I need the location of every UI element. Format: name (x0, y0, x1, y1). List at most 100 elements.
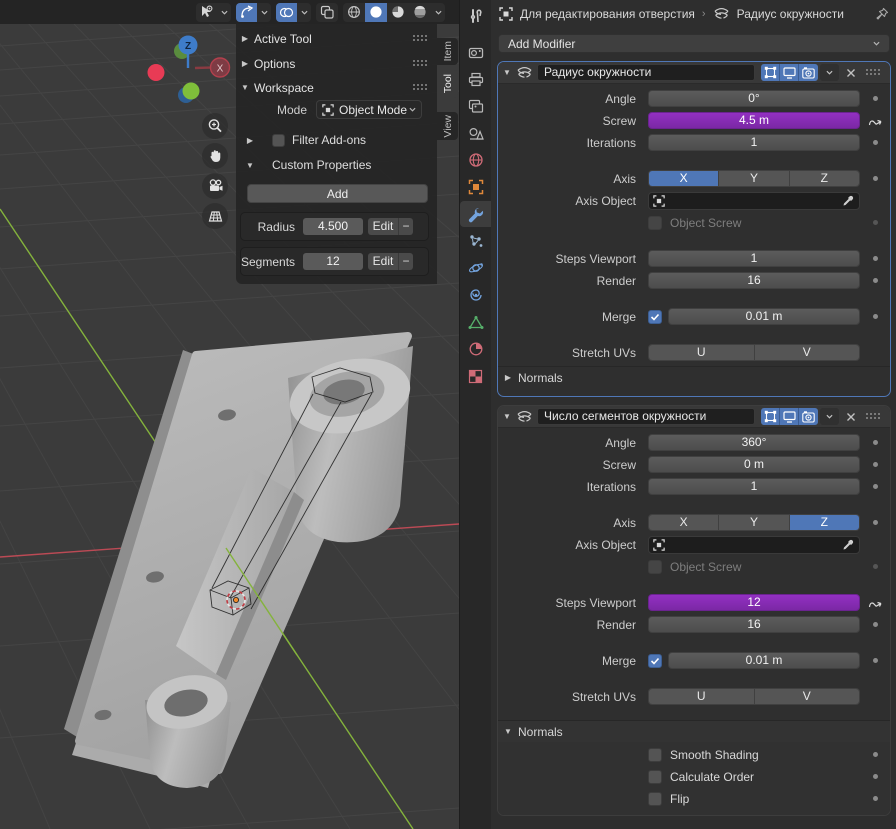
axis-x-button[interactable]: X (649, 515, 719, 530)
realtime-display-toggle[interactable] (780, 64, 799, 81)
drag-handle-icon[interactable] (413, 35, 429, 43)
stretch-v-button[interactable]: V (755, 689, 860, 704)
animate-decorator[interactable] (873, 564, 878, 569)
modifier-name-field[interactable]: Радиус окружности (537, 64, 755, 81)
modifier-extras-button[interactable] (820, 408, 839, 425)
modifier-name-field[interactable]: Число сегментов окружности (537, 408, 755, 425)
animate-decorator[interactable] (873, 140, 878, 145)
animate-decorator[interactable] (873, 796, 878, 801)
shading-wireframe-button[interactable] (343, 3, 365, 22)
section-workspace[interactable]: ▼ Workspace (236, 79, 437, 96)
animate-decorator[interactable] (873, 520, 878, 525)
gizmo-y-ball[interactable] (183, 83, 200, 100)
eyedropper-icon[interactable] (842, 538, 855, 551)
render-display-toggle[interactable] (799, 408, 818, 425)
modifier-header[interactable]: ▼ Радиус окружности (498, 62, 890, 84)
show-gizmos-toggle[interactable] (236, 3, 257, 22)
flip-checkbox[interactable] (648, 792, 662, 806)
angle-field[interactable]: 360° (648, 434, 860, 451)
tab-object-icon[interactable] (460, 174, 491, 200)
calculate-order-checkbox[interactable] (648, 770, 662, 784)
shading-rendered-button[interactable] (409, 3, 431, 22)
eyedropper-icon[interactable] (842, 194, 855, 207)
stretch-u-button[interactable]: U (649, 345, 755, 360)
filter-addons-row[interactable]: ▶ Filter Add-ons (242, 132, 366, 148)
tab-particles-icon[interactable] (460, 228, 491, 254)
edit-mode-display-toggle[interactable] (761, 408, 780, 425)
animate-decorator[interactable] (873, 658, 878, 663)
axis-y-button[interactable]: Y (719, 171, 789, 186)
prop-edit-button[interactable]: Edit (368, 253, 398, 270)
add-modifier-dropdown[interactable]: Add Modifier (498, 34, 890, 53)
prop-value-field[interactable]: 12 (303, 253, 363, 270)
realtime-display-toggle[interactable] (780, 408, 799, 425)
iterations-field[interactable]: 1 (648, 478, 860, 495)
animate-decorator[interactable] (873, 622, 878, 627)
stretch-v-button[interactable]: V (755, 345, 860, 360)
expand-arrow-icon[interactable]: ▼ (498, 68, 516, 77)
zoom-button[interactable] (202, 113, 228, 139)
drag-handle-icon[interactable] (866, 413, 882, 421)
prop-remove-button[interactable]: − (398, 218, 413, 235)
animate-decorator[interactable] (873, 96, 878, 101)
tab-modifiers-icon[interactable] (460, 201, 491, 227)
modifier-extras-button[interactable] (820, 64, 839, 81)
normals-subpanel-header[interactable]: ▼ Normals (498, 721, 890, 742)
animate-decorator[interactable] (873, 752, 878, 757)
3d-viewport[interactable]: Z X ▶ Active Tool (0, 0, 459, 829)
animate-decorator[interactable] (873, 462, 878, 467)
axis-object-field[interactable] (648, 536, 860, 554)
drag-handle-icon[interactable] (413, 84, 429, 92)
tab-tool-icon[interactable] (460, 3, 491, 29)
axis-z-button[interactable]: Z (790, 515, 859, 530)
axis-y-button[interactable]: Y (719, 515, 789, 530)
shading-dropdown-chevron[interactable] (431, 3, 445, 22)
merge-threshold-field[interactable]: 0.01 m (668, 308, 860, 325)
tab-material-icon[interactable] (460, 336, 491, 362)
tab-tool[interactable]: Tool (437, 70, 458, 98)
toggle-xray-button[interactable] (316, 3, 338, 22)
orthographic-grid-button[interactable] (202, 203, 228, 229)
shading-material-button[interactable] (387, 3, 409, 22)
merge-checkbox[interactable] (648, 654, 662, 668)
gizmos-dropdown-chevron[interactable] (257, 3, 271, 22)
merge-threshold-field[interactable]: 0.01 m (668, 652, 860, 669)
angle-field[interactable]: 0° (648, 90, 860, 107)
animate-decorator[interactable] (873, 484, 878, 489)
overlays-dropdown-chevron[interactable] (297, 3, 311, 22)
screw-field[interactable]: 4.5 m (648, 112, 860, 129)
steps-viewport-field[interactable]: 1 (648, 250, 860, 267)
modifier-header[interactable]: ▼ Число сегментов окружности (498, 406, 890, 428)
breadcrumb-modifier-name[interactable]: Радиус окружности (737, 7, 844, 21)
object-screw-checkbox[interactable] (648, 560, 662, 574)
render-steps-field[interactable]: 16 (648, 616, 860, 633)
driver-decorator-icon[interactable] (868, 597, 883, 609)
delete-modifier-button[interactable] (841, 408, 860, 425)
axis-x-button[interactable]: X (649, 171, 719, 186)
animate-decorator[interactable] (873, 220, 878, 225)
iterations-field[interactable]: 1 (648, 134, 860, 151)
filter-addons-checkbox[interactable] (272, 134, 285, 147)
object-screw-checkbox[interactable] (648, 216, 662, 230)
merge-checkbox[interactable] (648, 310, 662, 324)
breadcrumb-object-name[interactable]: Для редактирования отверстия (520, 7, 695, 21)
tab-view-layer-icon[interactable] (460, 93, 491, 119)
edit-mode-display-toggle[interactable] (761, 64, 780, 81)
tab-item[interactable]: Item (437, 38, 458, 65)
pin-icon[interactable] (875, 7, 889, 21)
tab-constraints-icon[interactable] (460, 282, 491, 308)
expand-arrow-icon[interactable]: ▼ (498, 412, 516, 421)
mode-dropdown[interactable]: Object Mode (316, 100, 422, 119)
add-property-button[interactable]: Add (247, 184, 428, 203)
tab-world-icon[interactable] (460, 147, 491, 173)
animate-decorator[interactable] (873, 176, 878, 181)
tab-texture-icon[interactable] (460, 363, 491, 389)
animate-decorator[interactable] (873, 256, 878, 261)
axis-object-field[interactable] (648, 192, 860, 210)
tab-scene-icon[interactable] (460, 120, 491, 146)
smooth-shading-checkbox[interactable] (648, 748, 662, 762)
gizmo-neg-x-ball[interactable] (148, 64, 165, 81)
animate-decorator[interactable] (873, 774, 878, 779)
animate-decorator[interactable] (873, 278, 878, 283)
shading-solid-button[interactable] (365, 3, 387, 22)
